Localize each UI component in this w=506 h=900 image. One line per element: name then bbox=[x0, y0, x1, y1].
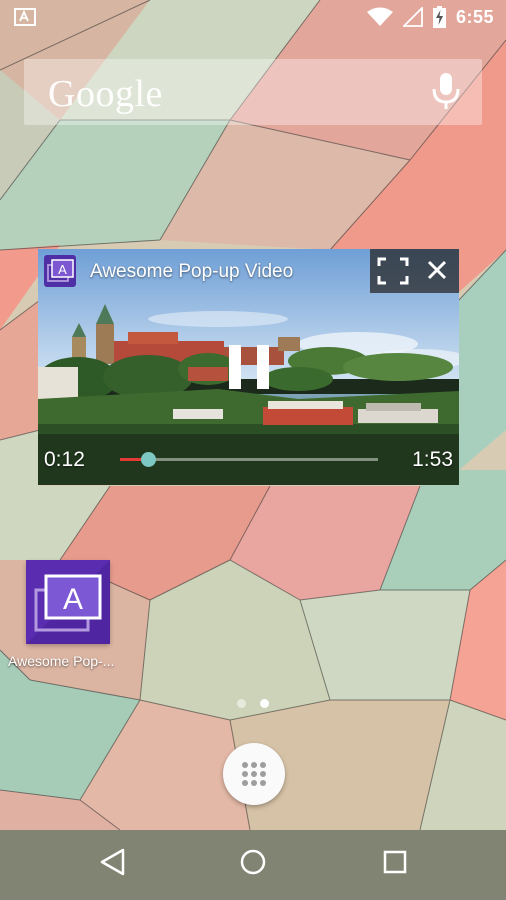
app-icon-label: Awesome Pop-... bbox=[8, 653, 115, 669]
signal-icon bbox=[402, 7, 423, 27]
back-icon[interactable] bbox=[98, 847, 128, 877]
status-time: 6:55 bbox=[455, 6, 494, 27]
navigation-bar bbox=[0, 830, 506, 900]
popup-title: Awesome Pop-up Video bbox=[90, 261, 294, 282]
app-badge-icon: A bbox=[44, 255, 76, 287]
seek-bar[interactable] bbox=[120, 452, 378, 467]
app-icon-awesome-popup[interactable]: A bbox=[26, 560, 110, 644]
svg-text:A: A bbox=[58, 262, 67, 277]
current-time: 0:12 bbox=[44, 448, 85, 471]
app-drawer-button[interactable] bbox=[223, 743, 285, 805]
apps-grid-icon bbox=[242, 762, 266, 786]
svg-text:A: A bbox=[63, 583, 83, 616]
recents-icon[interactable] bbox=[381, 848, 409, 876]
google-logo-text: Google bbox=[48, 73, 163, 115]
page-indicator-dot-1 bbox=[237, 699, 246, 708]
mic-icon[interactable] bbox=[432, 73, 460, 111]
wifi-icon bbox=[366, 7, 393, 26]
popup-controls bbox=[370, 249, 459, 293]
google-search-bar[interactable]: Google bbox=[24, 59, 482, 125]
status-bar: 6:55 bbox=[0, 0, 506, 36]
keyboard-notification-icon bbox=[14, 8, 36, 26]
home-icon[interactable] bbox=[238, 847, 268, 877]
close-icon[interactable] bbox=[418, 255, 456, 287]
total-time: 1:53 bbox=[412, 448, 453, 471]
seek-track bbox=[120, 458, 378, 461]
popup-header[interactable]: A Awesome Pop-up Video bbox=[38, 249, 459, 297]
page-indicator-dot-2 bbox=[260, 699, 269, 708]
fullscreen-icon[interactable] bbox=[374, 255, 412, 287]
battery-charging-icon bbox=[432, 6, 446, 28]
pause-icon[interactable] bbox=[229, 345, 269, 389]
popup-video-player[interactable]: A Awesome Pop-up Video 0:12 1:53 bbox=[38, 249, 459, 485]
